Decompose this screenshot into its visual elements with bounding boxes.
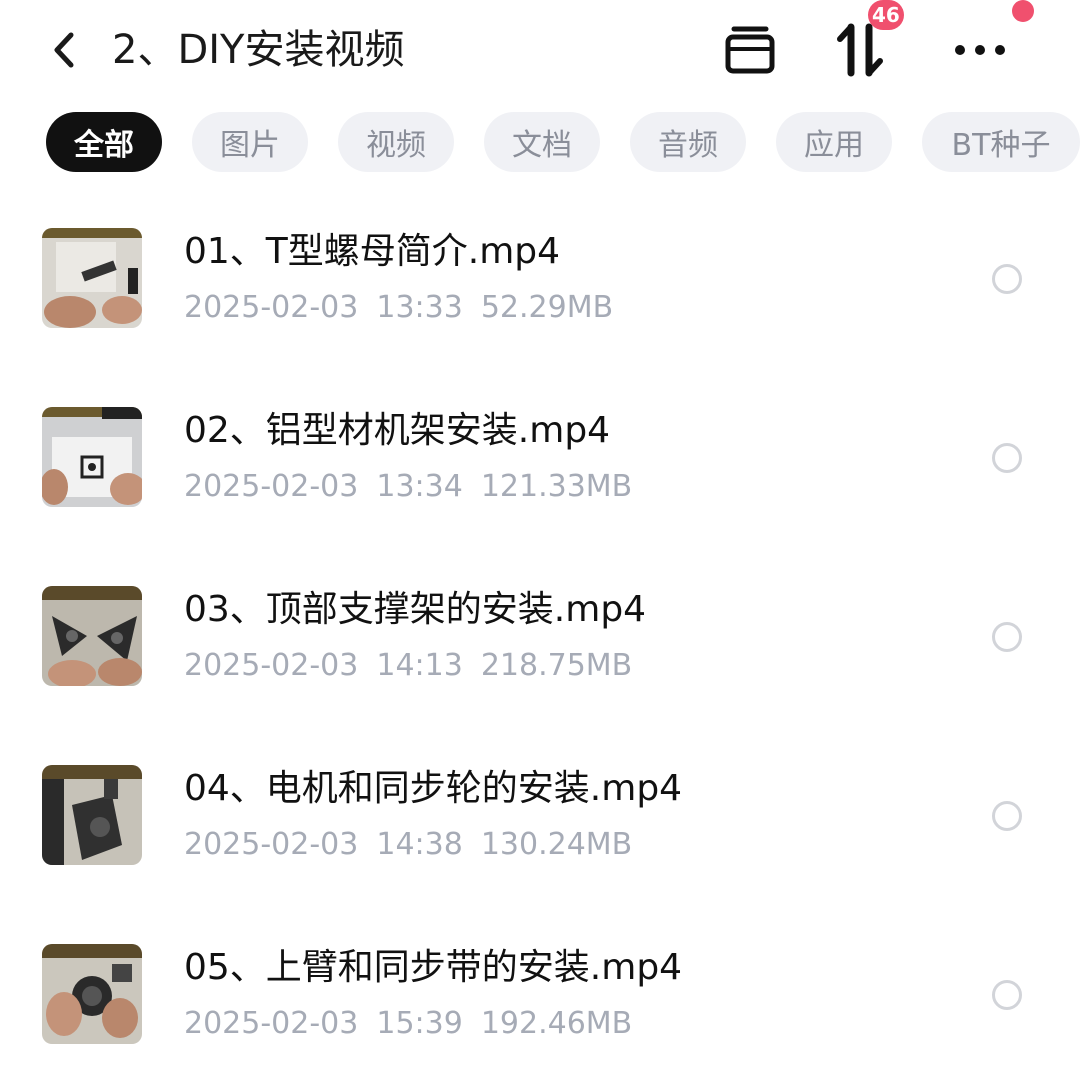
video-thumbnail — [42, 228, 142, 328]
video-thumbnail — [42, 765, 142, 865]
file-meta: 2025-02-03 15:39 192.46MB — [184, 1004, 650, 1044]
tab-documents[interactable]: 文档 — [484, 112, 600, 172]
sort-arrows-icon — [837, 23, 883, 77]
file-name: 02、铝型材机架安装.mp4 — [184, 410, 611, 451]
select-radio[interactable] — [992, 443, 1022, 473]
tab-images[interactable]: 图片 — [192, 112, 308, 172]
archive-button[interactable] — [720, 20, 780, 80]
file-time: 13:33 — [376, 290, 463, 325]
red-dot-indicator — [1012, 0, 1034, 22]
list-item[interactable]: 03、顶部支撑架的安装.mp4 2025-02-03 14:13 218.75MB — [0, 548, 1080, 698]
file-time: 13:34 — [376, 469, 463, 504]
back-chevron-icon — [54, 32, 74, 68]
file-meta: 2025-02-03 14:38 130.24MB — [184, 825, 650, 865]
list-item[interactable]: 05、上臂和同步带的安装.mp4 2025-02-03 15:39 192.46MB — [0, 906, 1080, 1056]
select-radio[interactable] — [992, 264, 1022, 294]
list-item[interactable]: 04、电机和同步轮的安装.mp4 2025-02-03 14:38 130.24MB — [0, 727, 1080, 877]
video-thumbnail — [42, 944, 142, 1044]
file-date: 2025-02-03 — [184, 290, 359, 325]
file-size: 52.29MB — [480, 290, 614, 325]
list-item[interactable]: 01、T型螺母简介.mp4 2025-02-03 13:33 52.29MB — [0, 190, 1080, 340]
page-title: 2、DIY安装视频 — [112, 27, 405, 73]
top-bar: 2、DIY安装视频 46 — [0, 0, 1080, 104]
file-name: 01、T型螺母简介.mp4 — [184, 231, 561, 272]
file-date: 2025-02-03 — [184, 1006, 359, 1041]
archive-box-icon — [725, 26, 775, 74]
notification-badge: 46 — [868, 0, 904, 30]
tab-all[interactable]: 全部 — [46, 112, 162, 172]
list-item[interactable]: 02、铝型材机架安装.mp4 2025-02-03 13:34 121.33MB — [0, 369, 1080, 519]
back-button[interactable] — [40, 26, 88, 74]
file-size: 218.75MB — [480, 648, 633, 683]
tab-videos[interactable]: 视频 — [338, 112, 454, 172]
tab-audio[interactable]: 音频 — [630, 112, 746, 172]
file-date: 2025-02-03 — [184, 827, 359, 862]
select-radio[interactable] — [992, 801, 1022, 831]
file-meta: 2025-02-03 14:13 218.75MB — [184, 646, 650, 686]
select-radio[interactable] — [992, 622, 1022, 652]
filter-tabs: 全部 图片 视频 文档 音频 应用 BT种子 — [46, 112, 1080, 172]
file-date: 2025-02-03 — [184, 648, 359, 683]
file-size: 192.46MB — [480, 1006, 633, 1041]
file-size: 130.24MB — [480, 827, 633, 862]
tab-apps[interactable]: 应用 — [776, 112, 892, 172]
file-name: 04、电机和同步轮的安装.mp4 — [184, 768, 683, 809]
video-thumbnail — [42, 586, 142, 686]
file-size: 121.33MB — [480, 469, 633, 504]
file-time: 14:13 — [376, 648, 463, 683]
file-name: 05、上臂和同步带的安装.mp4 — [184, 947, 683, 988]
file-meta: 2025-02-03 13:33 52.29MB — [184, 288, 631, 328]
file-time: 15:39 — [376, 1006, 463, 1041]
file-meta: 2025-02-03 13:34 121.33MB — [184, 467, 650, 507]
more-button[interactable] — [950, 20, 1010, 80]
more-dots-icon — [955, 45, 1005, 55]
file-name: 03、顶部支撑架的安装.mp4 — [184, 589, 647, 630]
file-date: 2025-02-03 — [184, 469, 359, 504]
video-thumbnail — [42, 407, 142, 507]
select-radio[interactable] — [992, 980, 1022, 1010]
file-time: 14:38 — [376, 827, 463, 862]
tab-bt-torrents[interactable]: BT种子 — [922, 112, 1080, 172]
